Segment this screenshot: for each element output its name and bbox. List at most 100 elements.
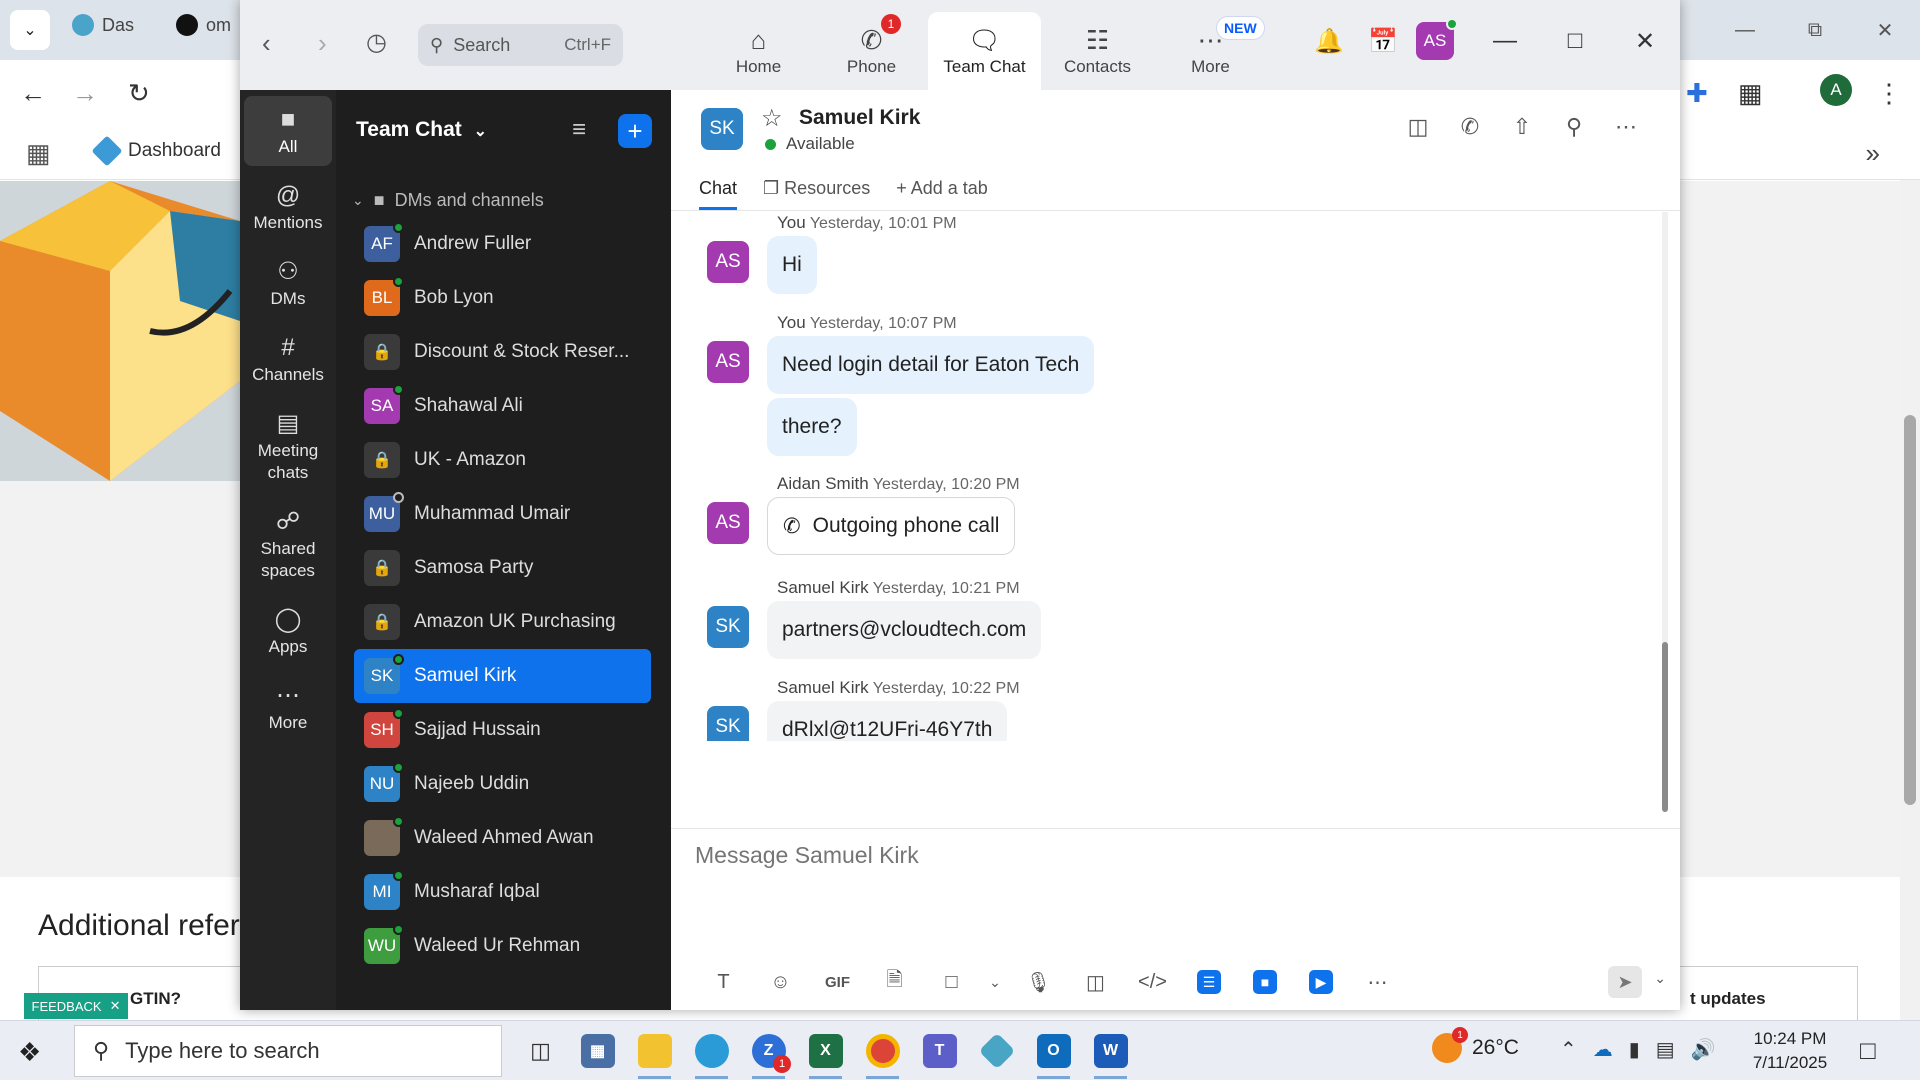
gtin-label[interactable]: GTIN?: [130, 989, 181, 1009]
section-header[interactable]: ⌄ ■ DMs and channels: [352, 190, 544, 211]
message-bubble[interactable]: Need login detail for Eaton Tech: [767, 336, 1095, 394]
restore-icon[interactable]: ⧉: [1780, 0, 1850, 60]
extension-icon[interactable]: ✚: [1686, 78, 1708, 109]
list-item[interactable]: NU Najeeb Uddin: [354, 757, 651, 811]
list-item[interactable]: 🔒 Amazon UK Purchasing: [354, 595, 651, 649]
avatar[interactable]: AS: [707, 341, 749, 383]
zoom-app-icon[interactable]: Z1: [740, 1021, 797, 1080]
edge-icon[interactable]: [683, 1021, 740, 1080]
message-bubble[interactable]: partners@vcloudtech.com: [767, 601, 1042, 659]
search-box[interactable]: ⚲ Search Ctrl+F: [418, 24, 623, 66]
send-icon[interactable]: ➤: [1608, 966, 1642, 998]
notifications-icon[interactable]: □: [1860, 1035, 1876, 1066]
windows-start-icon[interactable]: ❖: [18, 1037, 41, 1068]
tab-contacts[interactable]: ☷ Contacts: [1041, 12, 1154, 90]
list-item[interactable]: BL Bob Lyon: [354, 271, 651, 325]
weather-widget[interactable]: 1 26°C: [1432, 1027, 1519, 1063]
share-screen-icon[interactable]: ⇧: [1496, 114, 1548, 140]
list-item[interactable]: SK Samuel Kirk: [354, 649, 651, 703]
menu-icon[interactable]: ⋮: [1876, 78, 1902, 109]
tab-team-chat[interactable]: 🗨 Team Chat: [928, 12, 1041, 90]
docs-app-icon[interactable]: ☰: [1197, 970, 1221, 994]
browser-tab[interactable]: om: [176, 14, 231, 36]
feedback-button[interactable]: FEEDBACK ✕: [24, 993, 128, 1019]
chevron-down-icon[interactable]: ⌄: [1654, 970, 1666, 987]
profile-avatar[interactable]: A: [1820, 74, 1852, 106]
rail-item-all[interactable]: ■ All: [244, 96, 332, 166]
list-item[interactable]: 🔒 UK - Amazon: [354, 433, 651, 487]
close-icon[interactable]: ✕: [1610, 27, 1680, 56]
close-icon[interactable]: ✕: [110, 998, 121, 1014]
screenshot-icon[interactable]: □: [923, 971, 980, 994]
clock[interactable]: 10:24 PM 7/11/2025: [1740, 1027, 1840, 1075]
video-message-icon[interactable]: ◫: [1067, 970, 1124, 995]
reload-icon[interactable]: ↻: [128, 78, 150, 109]
minimize-icon[interactable]: —: [1470, 27, 1540, 55]
star-icon[interactable]: ☆: [761, 104, 783, 133]
file-icon[interactable]: 🗎: [866, 965, 923, 999]
avatar[interactable]: SK: [707, 706, 749, 741]
video-icon[interactable]: ◫: [1392, 114, 1444, 140]
avatar[interactable]: AS: [707, 502, 749, 544]
word-icon[interactable]: W: [1082, 1021, 1139, 1080]
chrome-icon[interactable]: [854, 1021, 911, 1080]
rail-item-channels[interactable]: # Channels: [244, 324, 332, 394]
teams-icon[interactable]: T: [911, 1021, 968, 1080]
updates-label[interactable]: t updates: [1690, 989, 1766, 1009]
tab-more[interactable]: ⋯ NEW More: [1154, 12, 1267, 90]
volume-icon[interactable]: 🔊: [1691, 1037, 1716, 1062]
task-view-icon[interactable]: ◫: [512, 1021, 569, 1080]
avatar[interactable]: AS: [707, 241, 749, 283]
taskbar-search[interactable]: ⚲ Type here to search: [74, 1025, 502, 1077]
network-icon[interactable]: ▤: [1656, 1037, 1675, 1062]
page-scrollbar[interactable]: [1900, 180, 1920, 1020]
outlook-icon[interactable]: O: [1025, 1021, 1082, 1080]
list-item[interactable]: AF Andrew Fuller: [354, 217, 651, 271]
emoji-icon[interactable]: ☺: [752, 971, 809, 994]
rail-item-mentions[interactable]: @ Mentions: [244, 172, 332, 242]
calculator-icon[interactable]: ▦: [569, 1021, 626, 1080]
whiteboard-app-icon[interactable]: ■: [1253, 970, 1277, 994]
message-input[interactable]: [695, 842, 1495, 869]
message-bubble[interactable]: there?: [767, 398, 857, 456]
text-format-icon[interactable]: T: [695, 971, 752, 994]
list-item[interactable]: SH Sajjad Hussain: [354, 703, 651, 757]
search-icon[interactable]: ⚲: [1548, 114, 1600, 140]
battery-icon[interactable]: ▮: [1629, 1037, 1640, 1062]
tab-add[interactable]: + Add a tab: [896, 178, 988, 210]
list-item[interactable]: 🔒 Samosa Party: [354, 541, 651, 595]
list-item[interactable]: MI Musharaf Iqbal: [354, 865, 651, 919]
onedrive-icon[interactable]: ☁: [1593, 1037, 1613, 1062]
list-item[interactable]: WU Waleed Ur Rehman: [354, 919, 651, 973]
list-item[interactable]: MU Muhammad Umair: [354, 487, 651, 541]
minimize-icon[interactable]: —: [1710, 0, 1780, 60]
file-explorer-icon[interactable]: [626, 1021, 683, 1080]
more-icon[interactable]: ⋯: [1600, 114, 1652, 140]
code-icon[interactable]: </>: [1124, 971, 1181, 994]
tab-chat[interactable]: Chat: [699, 178, 738, 210]
message-bubble[interactable]: Hi: [767, 236, 817, 294]
excel-icon[interactable]: X: [797, 1021, 854, 1080]
filter-icon[interactable]: ≡: [572, 116, 586, 144]
message-bubble[interactable]: dRlxl@t12UFri-46Y7th: [767, 701, 1008, 741]
rail-item-apps[interactable]: ◯ Apps: [244, 596, 332, 666]
forward-icon[interactable]: →: [72, 78, 98, 109]
close-icon[interactable]: ✕: [1850, 0, 1920, 60]
back-icon[interactable]: ‹: [262, 28, 271, 59]
tab-home[interactable]: ⌂ Home: [702, 12, 815, 90]
back-icon[interactable]: ←: [20, 78, 46, 109]
rail-item-shared-spaces[interactable]: ☍ Shared spaces: [244, 498, 332, 590]
calendar-icon[interactable]: 📅: [1356, 27, 1410, 56]
avatar[interactable]: SK: [707, 606, 749, 648]
list-item[interactable]: Waleed Ahmed Awan: [354, 811, 651, 865]
zoom-app-icon[interactable]: ▶: [1309, 970, 1333, 994]
forward-icon[interactable]: ›: [318, 28, 327, 59]
scroll-thumb[interactable]: [1904, 415, 1916, 805]
microphone-icon[interactable]: 🎙: [1010, 970, 1067, 995]
chevron-down-icon[interactable]: ⌄: [980, 974, 1010, 991]
phone-icon[interactable]: ✆: [1444, 114, 1496, 140]
app-icon[interactable]: [968, 1021, 1025, 1080]
call-card[interactable]: ✆ Outgoing phone call: [767, 497, 1016, 555]
tab-phone[interactable]: ✆ 1 Phone: [815, 12, 928, 90]
channel-list-title[interactable]: Team Chat ⌄: [356, 118, 487, 142]
